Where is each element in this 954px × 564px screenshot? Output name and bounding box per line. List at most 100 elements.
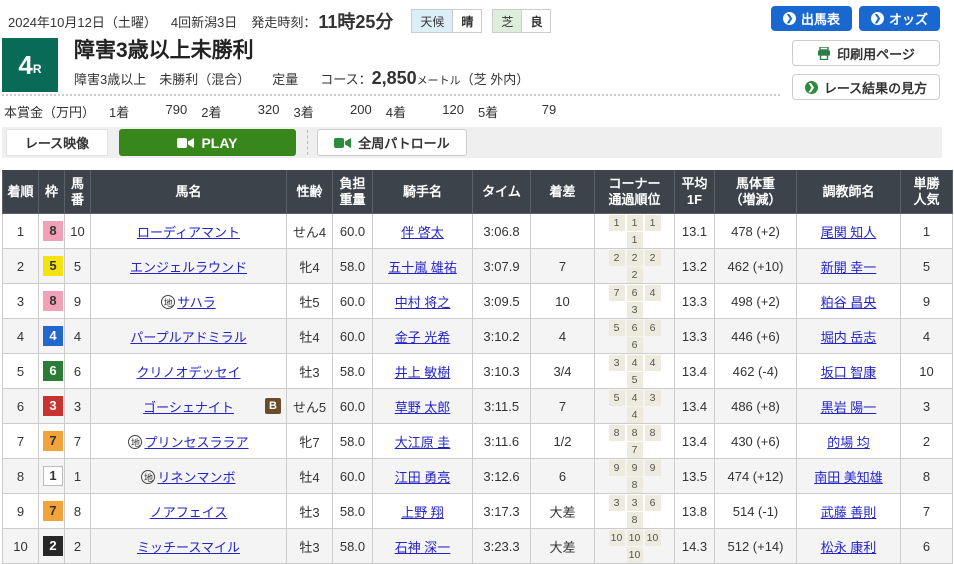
corner-pos: 1 bbox=[645, 215, 661, 231]
jockey-cell: 石神 深一 bbox=[373, 529, 473, 564]
frame-cell: 7 bbox=[39, 494, 65, 529]
odds-button[interactable]: ❯ オッズ bbox=[859, 6, 940, 31]
margin: 7 bbox=[531, 249, 595, 284]
play-button[interactable]: PLAY bbox=[119, 129, 296, 156]
time: 3:07.9 bbox=[473, 249, 531, 284]
result-guide-button[interactable]: ❯ レース結果の見方 bbox=[792, 74, 940, 100]
strip-divider bbox=[307, 130, 308, 155]
avg-1f: 13.4 bbox=[675, 389, 715, 424]
horse-name-cell: ゴーシェナイトB bbox=[91, 389, 287, 424]
table-row: 3 8 9 地サハラ 牡5 60.0 中村 将之 3:09.5 10 7643 … bbox=[3, 284, 953, 319]
horse-weight: 462 (-4) bbox=[715, 354, 797, 389]
frame-badge: 5 bbox=[43, 256, 63, 276]
horse-name-link[interactable]: エンジェルラウンド bbox=[130, 260, 247, 275]
trainer-link[interactable]: 武藤 善則 bbox=[821, 505, 877, 520]
horse-name-link[interactable]: ローディアマント bbox=[137, 225, 240, 240]
trainer-cell: 的場 均 bbox=[797, 424, 901, 459]
frame-cell: 1 bbox=[39, 459, 65, 494]
race-number-box: 4 R bbox=[2, 38, 58, 92]
avg-1f: 13.1 bbox=[675, 214, 715, 249]
jockey-link[interactable]: 中村 将之 bbox=[395, 295, 451, 310]
jockey-link[interactable]: 伴 啓太 bbox=[401, 225, 444, 240]
trainer-link[interactable]: 新開 幸一 bbox=[821, 260, 877, 275]
prize-place: 2着 bbox=[201, 102, 221, 121]
trainer-link[interactable]: 南田 美知雄 bbox=[814, 470, 883, 485]
prize-item: 5着 79 bbox=[478, 102, 570, 121]
topbar: 2024年10月12日（土曜） 4回新潟3日 発走時刻： 11時25分 天候 晴… bbox=[8, 8, 561, 34]
rank: 7 bbox=[3, 424, 39, 459]
popularity: 2 bbox=[901, 424, 953, 459]
video-camera-icon bbox=[334, 137, 351, 149]
horse-no: 3 bbox=[65, 389, 91, 424]
course-label: コース： bbox=[320, 69, 371, 88]
prize-amount: 120 bbox=[412, 102, 464, 121]
horse-name-link[interactable]: ゴーシェナイト bbox=[143, 400, 234, 415]
trainer-link[interactable]: 尾関 知人 bbox=[821, 225, 877, 240]
rank: 4 bbox=[3, 319, 39, 354]
corner-order-cell: 5434 bbox=[595, 389, 675, 424]
margin: 6 bbox=[531, 459, 595, 494]
jockey-link[interactable]: 草野 太郎 bbox=[395, 400, 451, 415]
frame-badge: 8 bbox=[43, 221, 63, 241]
trainer-link[interactable]: 坂口 智康 bbox=[821, 365, 877, 380]
print-page-button[interactable]: 印刷用ページ bbox=[792, 40, 940, 66]
corner-pos: 2 bbox=[645, 250, 661, 266]
horse-name-link[interactable]: リネンマンボ bbox=[157, 470, 235, 485]
frame-badge: 2 bbox=[43, 536, 63, 556]
carried-weight: 58.0 bbox=[333, 424, 373, 459]
dotted-separator bbox=[2, 94, 780, 96]
trainer-link[interactable]: 的場 均 bbox=[827, 435, 870, 450]
horse-weight: 478 (+2) bbox=[715, 214, 797, 249]
jockey-link[interactable]: 五十嵐 雄祐 bbox=[388, 260, 457, 275]
jockey-link[interactable]: 金子 光希 bbox=[395, 330, 451, 345]
weather-value: 晴 bbox=[452, 10, 481, 32]
horse-name-link[interactable]: プリンセスララア bbox=[144, 435, 248, 450]
margin: 7 bbox=[531, 389, 595, 424]
race-video-button[interactable]: レース映像 bbox=[6, 129, 108, 156]
shutsuba-button[interactable]: ❯ 出馬表 bbox=[771, 6, 852, 31]
popularity: 3 bbox=[901, 389, 953, 424]
course-unit: メートル bbox=[417, 72, 461, 88]
jockey-link[interactable]: 石神 深一 bbox=[395, 540, 451, 555]
frame-badge: 3 bbox=[43, 396, 63, 416]
trainer-link[interactable]: 粕谷 昌央 bbox=[821, 295, 877, 310]
avg-1f: 13.4 bbox=[675, 354, 715, 389]
patrol-video-button[interactable]: 全周パトロール bbox=[317, 129, 467, 156]
rank: 5 bbox=[3, 354, 39, 389]
trainer-link[interactable]: 黒岩 陽一 bbox=[821, 400, 877, 415]
col-header-rank: 着順 bbox=[3, 171, 39, 214]
trainer-link[interactable]: 堀内 岳志 bbox=[821, 330, 877, 345]
trainer-cell: 新開 幸一 bbox=[797, 249, 901, 284]
horse-name-link[interactable]: ミッチースマイル bbox=[137, 540, 240, 555]
carried-weight: 60.0 bbox=[333, 319, 373, 354]
horse-name-link[interactable]: ノアフェイス bbox=[150, 505, 228, 520]
horse-name-link[interactable]: パープルアドミラル bbox=[130, 330, 246, 345]
corner-pos: 8 bbox=[627, 477, 643, 493]
jockey-link[interactable]: 上野 翔 bbox=[401, 505, 444, 520]
horse-no: 6 bbox=[65, 354, 91, 389]
trainer-link[interactable]: 松永 康利 bbox=[821, 540, 877, 555]
sex-age: せん4 bbox=[287, 214, 333, 249]
race-meta: 障害3歳以上未勝利 障害3歳以上 未勝利（混合） 定量 コース： 2,850 メ… bbox=[74, 38, 529, 92]
col-header-frame: 枠 bbox=[39, 171, 65, 214]
weather-label: 天候 bbox=[412, 10, 452, 32]
horse-name-cell: パープルアドミラル bbox=[91, 319, 287, 354]
jockey-link[interactable]: 江田 勇亮 bbox=[395, 470, 451, 485]
sex-age: 牡3 bbox=[287, 494, 333, 529]
corner-pos: 8 bbox=[627, 425, 643, 441]
trainer-cell: 武藤 善則 bbox=[797, 494, 901, 529]
jockey-link[interactable]: 井上 敏樹 bbox=[395, 365, 451, 380]
horse-no: 10 bbox=[65, 214, 91, 249]
jockey-link[interactable]: 大江原 圭 bbox=[395, 435, 451, 450]
sex-age: 牝7 bbox=[287, 424, 333, 459]
time: 3:10.3 bbox=[473, 354, 531, 389]
prize-item: 4着 120 bbox=[386, 102, 478, 121]
time: 3:17.3 bbox=[473, 494, 531, 529]
corner-pos: 10 bbox=[609, 530, 625, 546]
rank: 9 bbox=[3, 494, 39, 529]
race-results-table: 着順 枠 馬 番 馬名 性齢 負担 重量 騎手名 タイム 着差 コーナー 通過順… bbox=[2, 170, 953, 564]
time: 3:11.6 bbox=[473, 424, 531, 459]
horse-name-link[interactable]: クリノオデッセイ bbox=[136, 365, 240, 380]
horse-name-link[interactable]: サハラ bbox=[177, 295, 215, 310]
carried-weight: 58.0 bbox=[333, 494, 373, 529]
